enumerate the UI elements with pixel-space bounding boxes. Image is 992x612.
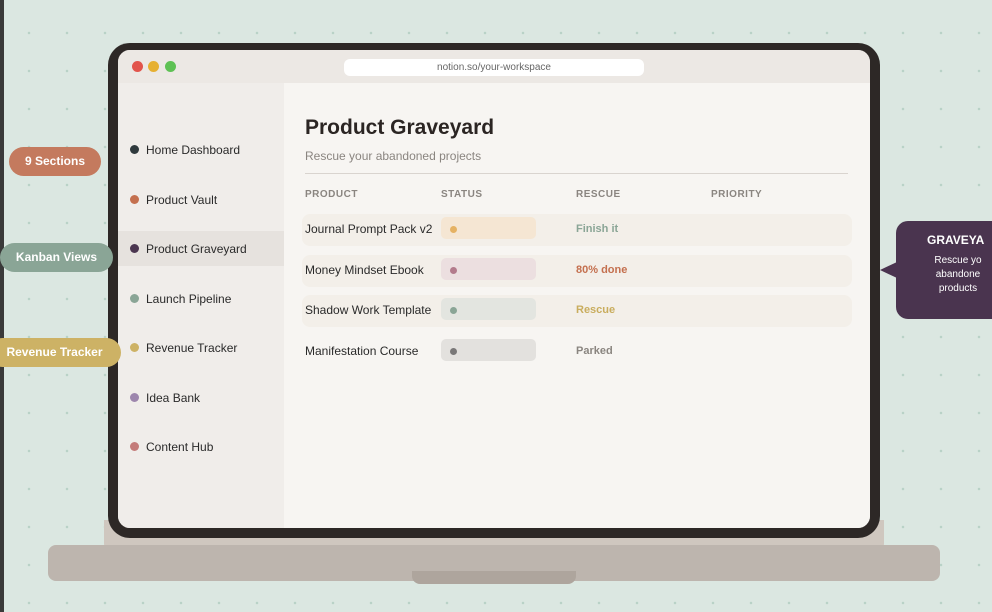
sidebar-dot-icon — [130, 442, 139, 451]
sidebar-item-product-graveyard[interactable]: Product Graveyard — [118, 231, 284, 266]
callout-text: Rescue yo abandone products — [918, 254, 992, 296]
minimize-window-dot[interactable] — [148, 61, 159, 72]
revenue-tracker-badge: Revenue Tracker — [0, 338, 121, 367]
sidebar-item-idea-bank[interactable]: Idea Bank — [118, 380, 284, 415]
sidebar-dot-icon — [130, 194, 139, 204]
sidebar-dot-icon — [130, 145, 139, 154]
sections-badge: 9 Sections — [9, 147, 101, 176]
status-pill[interactable] — [441, 339, 536, 362]
sidebar: Home Dashboard Product Vault Product Grave… — [118, 83, 284, 528]
status-dot-icon — [450, 307, 457, 315]
sidebar-dot-icon — [130, 392, 139, 402]
callout-title: GRAVEYA — [927, 233, 985, 247]
laptop-notch — [412, 571, 576, 584]
callout-line: Rescue yo — [934, 255, 982, 266]
table-row[interactable]: Money Mindset Ebook 80% done — [302, 254, 852, 287]
sidebar-dot-icon — [130, 244, 139, 253]
column-header-status[interactable]: STATUS — [441, 188, 483, 197]
sidebar-item-revenue-tracker[interactable]: Revenue Tracker — [118, 330, 284, 365]
status-pill[interactable] — [441, 298, 536, 321]
product-name: Shadow Work Template — [305, 303, 432, 318]
callout-pointer — [880, 262, 897, 278]
sidebar-item-label: Revenue Tracker — [146, 341, 238, 355]
status-dot-icon — [450, 226, 457, 233]
product-name: Journal Prompt Pack v2 — [305, 222, 433, 236]
sidebar-item-product-vault[interactable]: Product Vault — [118, 182, 284, 217]
sidebar-item-label: Content Hub — [146, 440, 214, 454]
sidebar-item-label: Launch Pipeline — [146, 291, 232, 306]
sidebar-item-label: Home Dashboard — [146, 143, 241, 157]
sidebar-dot-icon — [130, 343, 139, 352]
status-pill[interactable] — [441, 257, 536, 280]
status-dot-icon — [450, 266, 457, 274]
table-row[interactable]: Shadow Work Template Rescue — [302, 295, 852, 328]
sidebar-item-launch-pipeline[interactable]: Launch Pipeline — [118, 281, 284, 316]
left-edge-border — [0, 0, 4, 612]
browser-bar: notion.so/your-workspace — [118, 50, 870, 83]
close-window-dot[interactable] — [132, 61, 143, 72]
product-name: Manifestation Course — [305, 344, 419, 359]
maximize-window-dot[interactable] — [165, 61, 176, 72]
page-title: Product Graveyard — [305, 116, 495, 139]
sidebar-item-label: Product Vault — [146, 192, 218, 207]
kanban-views-badge: Kanban Views — [0, 243, 113, 272]
sidebar-item-content-hub[interactable]: Content Hub — [118, 429, 284, 464]
laptop-screen: notion.so/your-workspace Home Dashboard P… — [118, 50, 870, 528]
callout-line: products — [938, 283, 978, 294]
rescue-label: Rescue — [576, 304, 616, 317]
callout-line: abandone — [935, 269, 981, 280]
column-header-priority[interactable]: PRIORITY — [711, 188, 762, 197]
graveyard-callout: GRAVEYA Rescue yo abandone products — [896, 221, 992, 319]
address-bar[interactable]: notion.so/your-workspace — [344, 59, 644, 76]
main-content: Product Graveyard Rescue your abandoned … — [284, 83, 870, 528]
sidebar-dot-icon — [130, 293, 139, 303]
column-header-rescue[interactable]: RESCUE — [576, 188, 621, 197]
rescue-label: Parked — [576, 345, 613, 358]
table-row[interactable]: Manifestation Course Parked — [302, 336, 852, 368]
rescue-label: Finish it — [576, 223, 619, 235]
rescue-label: 80% done — [576, 263, 628, 276]
status-pill[interactable] — [441, 217, 536, 239]
column-header-product[interactable]: PRODUCT — [305, 188, 358, 197]
table-row[interactable]: Journal Prompt Pack v2 Finish it — [302, 214, 852, 246]
sidebar-item-label: Product Graveyard — [146, 242, 247, 256]
page-subtitle: Rescue your abandoned projects — [305, 149, 482, 163]
status-dot-icon — [450, 348, 457, 356]
sidebar-item-home-dashboard[interactable]: Home Dashboard — [118, 132, 284, 167]
title-divider — [305, 173, 848, 174]
sidebar-item-label: Idea Bank — [146, 390, 201, 405]
product-name: Money Mindset Ebook — [305, 262, 424, 277]
